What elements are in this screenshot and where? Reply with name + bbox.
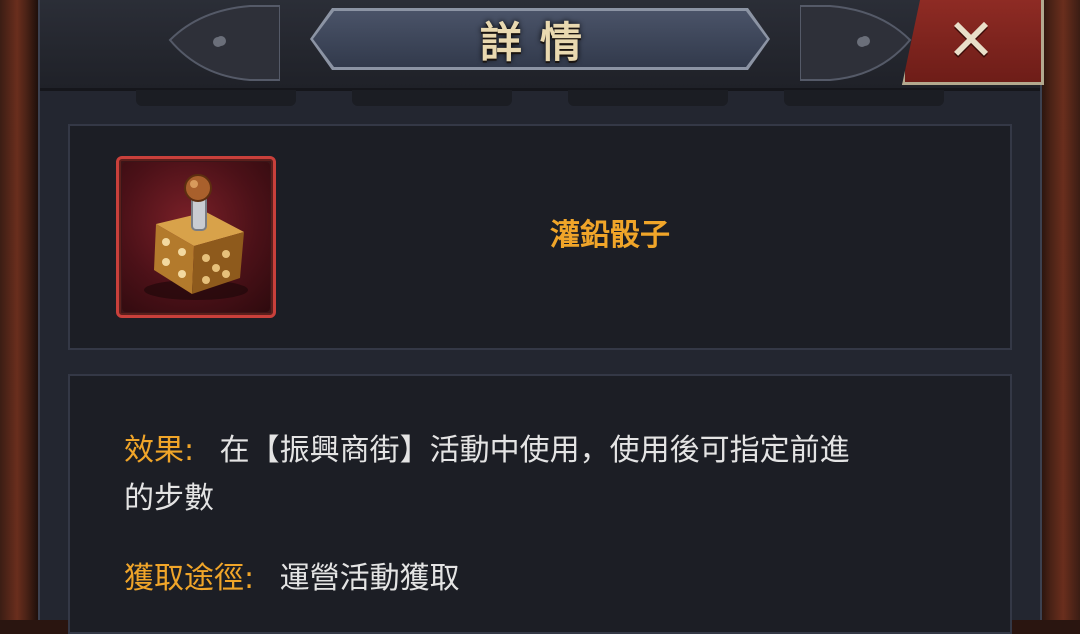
header-tab-remnant — [352, 90, 512, 106]
effect-label: 效果: — [124, 433, 195, 468]
effect-text: 在【振興商街】活動中使用，使用後可指定前進 — [219, 433, 850, 468]
header-tab-remnant — [568, 90, 728, 106]
source-row: 獲取途徑: 運營活動獲取 — [124, 556, 460, 602]
effect-row: 效果: 在【振興商街】活動中使用，使用後可指定前進 — [124, 428, 850, 474]
stud-icon — [216, 36, 226, 46]
item-name: 灌鉛骰子 — [550, 218, 670, 253]
detail-dialog: 詳情 ✕ 灌鉛骰子 效果: 在【振興商街】活動中使用，使用後可指定前進 的步數 — [38, 0, 1044, 634]
loaded-dice-icon — [144, 174, 248, 300]
dialog-header: 詳情 ✕ — [40, 0, 1044, 91]
header-tab-remnant — [784, 90, 944, 106]
left-frame — [0, 0, 38, 620]
dialog-title: 詳情 — [479, 17, 600, 67]
effect-text-continued: 的步數 — [124, 481, 214, 516]
close-icon[interactable]: ✕ — [935, 11, 1007, 69]
header-tab-remnant — [136, 90, 296, 106]
stud-icon — [860, 36, 870, 46]
right-frame — [1038, 0, 1080, 620]
source-label: 獲取途徑: — [124, 561, 255, 596]
source-text: 運營活動獲取 — [279, 561, 460, 596]
